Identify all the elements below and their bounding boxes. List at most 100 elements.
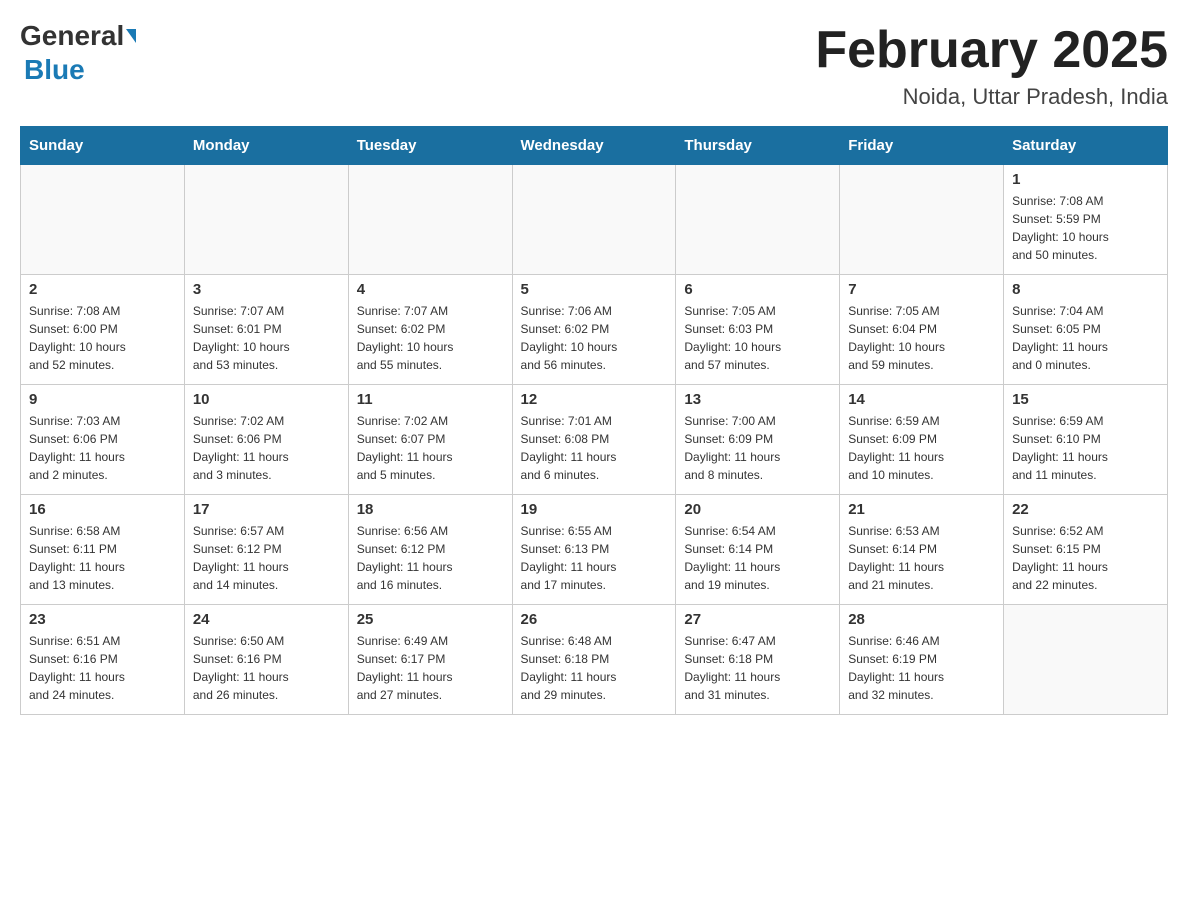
- col-tuesday: Tuesday: [348, 127, 512, 165]
- day-info: Sunrise: 7:07 AM Sunset: 6:02 PM Dayligh…: [357, 302, 504, 374]
- table-row: 22 Sunrise: 6:52 AM Sunset: 6:15 PM Dayli…: [1004, 495, 1168, 605]
- day-number: 9: [29, 391, 176, 408]
- logo-arrow-icon: [126, 29, 136, 43]
- table-row: [676, 165, 840, 275]
- day-number: 26: [521, 611, 668, 628]
- table-row: [512, 165, 676, 275]
- table-row: 5 Sunrise: 7:06 AM Sunset: 6:02 PM Daylig…: [512, 275, 676, 385]
- day-info: Sunrise: 7:07 AM Sunset: 6:01 PM Dayligh…: [193, 302, 340, 374]
- table-row: 16 Sunrise: 6:58 AM Sunset: 6:11 PM Dayli…: [21, 495, 185, 605]
- day-number: 24: [193, 611, 340, 628]
- day-number: 28: [848, 611, 995, 628]
- day-info: Sunrise: 6:52 AM Sunset: 6:15 PM Dayligh…: [1012, 522, 1159, 594]
- day-number: 5: [521, 281, 668, 298]
- table-row: [840, 165, 1004, 275]
- day-number: 23: [29, 611, 176, 628]
- calendar-week-row: 9 Sunrise: 7:03 AM Sunset: 6:06 PM Daylig…: [21, 385, 1168, 495]
- day-info: Sunrise: 6:48 AM Sunset: 6:18 PM Dayligh…: [521, 632, 668, 704]
- day-info: Sunrise: 6:55 AM Sunset: 6:13 PM Dayligh…: [521, 522, 668, 594]
- day-number: 13: [684, 391, 831, 408]
- table-row: 13 Sunrise: 7:00 AM Sunset: 6:09 PM Dayli…: [676, 385, 840, 495]
- day-info: Sunrise: 7:08 AM Sunset: 6:00 PM Dayligh…: [29, 302, 176, 374]
- col-saturday: Saturday: [1004, 127, 1168, 165]
- table-row: 9 Sunrise: 7:03 AM Sunset: 6:06 PM Daylig…: [21, 385, 185, 495]
- day-number: 21: [848, 501, 995, 518]
- day-info: Sunrise: 6:46 AM Sunset: 6:19 PM Dayligh…: [848, 632, 995, 704]
- day-number: 14: [848, 391, 995, 408]
- day-info: Sunrise: 7:03 AM Sunset: 6:06 PM Dayligh…: [29, 412, 176, 484]
- day-info: Sunrise: 6:50 AM Sunset: 6:16 PM Dayligh…: [193, 632, 340, 704]
- day-number: 16: [29, 501, 176, 518]
- day-number: 6: [684, 281, 831, 298]
- day-info: Sunrise: 7:06 AM Sunset: 6:02 PM Dayligh…: [521, 302, 668, 374]
- col-monday: Monday: [184, 127, 348, 165]
- table-row: 7 Sunrise: 7:05 AM Sunset: 6:04 PM Daylig…: [840, 275, 1004, 385]
- day-number: 4: [357, 281, 504, 298]
- day-info: Sunrise: 6:59 AM Sunset: 6:10 PM Dayligh…: [1012, 412, 1159, 484]
- table-row: 17 Sunrise: 6:57 AM Sunset: 6:12 PM Dayli…: [184, 495, 348, 605]
- table-row: 28 Sunrise: 6:46 AM Sunset: 6:19 PM Dayli…: [840, 605, 1004, 715]
- table-row: 4 Sunrise: 7:07 AM Sunset: 6:02 PM Daylig…: [348, 275, 512, 385]
- table-row: [348, 165, 512, 275]
- day-info: Sunrise: 6:47 AM Sunset: 6:18 PM Dayligh…: [684, 632, 831, 704]
- day-number: 20: [684, 501, 831, 518]
- day-info: Sunrise: 7:00 AM Sunset: 6:09 PM Dayligh…: [684, 412, 831, 484]
- table-row: 12 Sunrise: 7:01 AM Sunset: 6:08 PM Dayli…: [512, 385, 676, 495]
- table-row: [184, 165, 348, 275]
- calendar-subtitle: Noida, Uttar Pradesh, India: [815, 84, 1168, 110]
- table-row: 19 Sunrise: 6:55 AM Sunset: 6:13 PM Dayli…: [512, 495, 676, 605]
- col-sunday: Sunday: [21, 127, 185, 165]
- table-row: 8 Sunrise: 7:04 AM Sunset: 6:05 PM Daylig…: [1004, 275, 1168, 385]
- day-number: 22: [1012, 501, 1159, 518]
- table-row: 14 Sunrise: 6:59 AM Sunset: 6:09 PM Dayli…: [840, 385, 1004, 495]
- day-info: Sunrise: 7:01 AM Sunset: 6:08 PM Dayligh…: [521, 412, 668, 484]
- calendar-week-row: 23 Sunrise: 6:51 AM Sunset: 6:16 PM Dayli…: [21, 605, 1168, 715]
- day-number: 3: [193, 281, 340, 298]
- calendar-header-row: Sunday Monday Tuesday Wednesday Thursday…: [21, 127, 1168, 165]
- table-row: 6Sunrise: 7:05 AM Sunset: 6:03 PM Daylig…: [676, 275, 840, 385]
- table-row: 25 Sunrise: 6:49 AM Sunset: 6:17 PM Dayli…: [348, 605, 512, 715]
- day-number: 8: [1012, 281, 1159, 298]
- day-number: 7: [848, 281, 995, 298]
- day-number: 25: [357, 611, 504, 628]
- calendar-title: February 2025: [815, 20, 1168, 80]
- day-info: Sunrise: 7:02 AM Sunset: 6:06 PM Dayligh…: [193, 412, 340, 484]
- day-number: 19: [521, 501, 668, 518]
- day-info: Sunrise: 6:49 AM Sunset: 6:17 PM Dayligh…: [357, 632, 504, 704]
- day-number: 11: [357, 391, 504, 408]
- table-row: 20 Sunrise: 6:54 AM Sunset: 6:14 PM Dayli…: [676, 495, 840, 605]
- day-info: Sunrise: 6:51 AM Sunset: 6:16 PM Dayligh…: [29, 632, 176, 704]
- table-row: 24 Sunrise: 6:50 AM Sunset: 6:16 PM Dayli…: [184, 605, 348, 715]
- table-row: 2 Sunrise: 7:08 AM Sunset: 6:00 PM Daylig…: [21, 275, 185, 385]
- day-info: Sunrise: 6:58 AM Sunset: 6:11 PM Dayligh…: [29, 522, 176, 594]
- calendar-week-row: 16 Sunrise: 6:58 AM Sunset: 6:11 PM Dayli…: [21, 495, 1168, 605]
- col-thursday: Thursday: [676, 127, 840, 165]
- table-row: 1Sunrise: 7:08 AM Sunset: 5:59 PM Daylig…: [1004, 165, 1168, 275]
- day-number: 2: [29, 281, 176, 298]
- page-header: General Blue February 2025 Noida, Uttar …: [20, 20, 1168, 110]
- calendar-table: Sunday Monday Tuesday Wednesday Thursday…: [20, 126, 1168, 715]
- day-info: Sunrise: 7:04 AM Sunset: 6:05 PM Dayligh…: [1012, 302, 1159, 374]
- table-row: 11 Sunrise: 7:02 AM Sunset: 6:07 PM Dayli…: [348, 385, 512, 495]
- calendar-week-row: 2 Sunrise: 7:08 AM Sunset: 6:00 PM Daylig…: [21, 275, 1168, 385]
- logo: General Blue: [20, 20, 136, 86]
- table-row: 23 Sunrise: 6:51 AM Sunset: 6:16 PM Dayli…: [21, 605, 185, 715]
- calendar-week-row: 1Sunrise: 7:08 AM Sunset: 5:59 PM Daylig…: [21, 165, 1168, 275]
- day-info: Sunrise: 7:02 AM Sunset: 6:07 PM Dayligh…: [357, 412, 504, 484]
- table-row: 27Sunrise: 6:47 AM Sunset: 6:18 PM Dayli…: [676, 605, 840, 715]
- table-row: 15 Sunrise: 6:59 AM Sunset: 6:10 PM Dayli…: [1004, 385, 1168, 495]
- day-number: 12: [521, 391, 668, 408]
- day-number: 15: [1012, 391, 1159, 408]
- day-info: Sunrise: 7:08 AM Sunset: 5:59 PM Dayligh…: [1012, 192, 1159, 264]
- day-number: 17: [193, 501, 340, 518]
- logo-blue-text: Blue: [24, 54, 85, 85]
- day-info: Sunrise: 6:54 AM Sunset: 6:14 PM Dayligh…: [684, 522, 831, 594]
- table-row: 3 Sunrise: 7:07 AM Sunset: 6:01 PM Daylig…: [184, 275, 348, 385]
- day-info: Sunrise: 6:59 AM Sunset: 6:09 PM Dayligh…: [848, 412, 995, 484]
- day-info: Sunrise: 6:57 AM Sunset: 6:12 PM Dayligh…: [193, 522, 340, 594]
- table-row: 10 Sunrise: 7:02 AM Sunset: 6:06 PM Dayli…: [184, 385, 348, 495]
- day-info: Sunrise: 7:05 AM Sunset: 6:04 PM Dayligh…: [848, 302, 995, 374]
- day-number: 10: [193, 391, 340, 408]
- day-info: Sunrise: 6:53 AM Sunset: 6:14 PM Dayligh…: [848, 522, 995, 594]
- table-row: [21, 165, 185, 275]
